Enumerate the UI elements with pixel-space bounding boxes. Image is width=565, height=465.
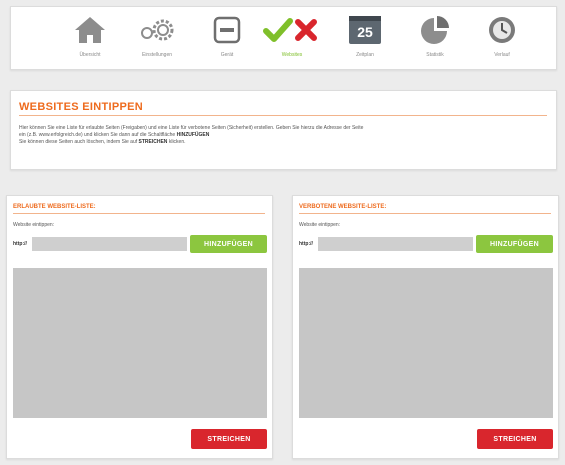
blocked-delete-button[interactable]: STREICHEN <box>477 429 553 449</box>
toolbar-item-settings[interactable]: Einstellungen <box>126 12 188 58</box>
toolbar-label: Websites <box>281 52 303 58</box>
instructions-keyword: HINZUFÜGEN <box>176 132 210 138</box>
allowed-websites-panel: ERLAUBTE WEBSITE-LISTE: Website eintippe… <box>6 195 273 459</box>
allowed-delete-button[interactable]: STREICHEN <box>191 429 267 449</box>
blocked-url-input[interactable] <box>318 237 473 251</box>
gears-icon <box>137 12 177 48</box>
main-toolbar: Übersicht Einstellungen Gerät Websites 2… <box>10 6 557 70</box>
toolbar-item-websites[interactable]: Websites <box>261 12 323 58</box>
toolbar-item-home[interactable]: Übersicht <box>59 12 121 58</box>
panel-divider <box>299 213 551 214</box>
website-input-hint: Website eintippen: <box>13 222 55 228</box>
toolbar-item-statistics[interactable]: Statistik <box>404 12 466 58</box>
toolbar-label: Gerät <box>220 52 234 58</box>
home-icon <box>70 12 110 48</box>
instructions-line: ein (z.B. www.erfolgreich.de) und klicke… <box>19 132 177 138</box>
toolbar-item-device[interactable]: Gerät <box>196 12 258 58</box>
history-icon <box>482 12 522 48</box>
page-title: WEBSITES EINTIPPEN <box>19 101 143 113</box>
allowed-add-button[interactable]: HINZUFÜGEN <box>190 235 267 253</box>
allowed-websites-list[interactable] <box>13 268 267 418</box>
allowed-url-input[interactable] <box>32 237 187 251</box>
toolbar-label: Statistik <box>426 52 444 58</box>
instructions-line: klicken. <box>167 139 186 145</box>
url-prefix: http:// <box>299 241 313 247</box>
calendar-day: 25 <box>357 24 373 40</box>
instructions-line: Sie können diese Seiten auch löschen, in… <box>19 139 139 145</box>
toolbar-item-schedule[interactable]: 25 Zeitplan <box>334 12 396 58</box>
toolbar-label: Zeitplan <box>356 52 374 58</box>
instructions-line: Hier können Sie eine Liste für erlaubte … <box>19 125 364 131</box>
website-input-hint: Website eintippen: <box>299 222 341 228</box>
toolbar-label: Übersicht <box>79 52 101 58</box>
instructions-text: Hier können Sie eine Liste für erlaubte … <box>19 125 549 146</box>
pie-chart-icon <box>415 12 455 48</box>
calendar-icon: 25 <box>345 12 385 48</box>
device-icon <box>207 12 247 48</box>
blocked-list-title: VERBOTENE WEBSITE-LISTE: <box>299 204 387 210</box>
allow-block-icon <box>261 12 323 48</box>
blocked-add-button[interactable]: HINZUFÜGEN <box>476 235 553 253</box>
allowed-list-title: ERLAUBTE WEBSITE-LISTE: <box>13 204 96 210</box>
panel-divider <box>13 213 265 214</box>
instructions-keyword: STREICHEN <box>138 139 168 145</box>
toolbar-label: Verlauf <box>494 52 510 58</box>
url-prefix: http:// <box>13 241 27 247</box>
toolbar-item-history[interactable]: Verlauf <box>471 12 533 58</box>
title-divider <box>19 115 547 116</box>
blocked-websites-panel: VERBOTENE WEBSITE-LISTE: Website eintipp… <box>292 195 559 459</box>
toolbar-label: Einstellungen <box>141 52 173 58</box>
blocked-websites-list[interactable] <box>299 268 553 418</box>
intro-panel: WEBSITES EINTIPPEN Hier können Sie eine … <box>10 90 557 170</box>
